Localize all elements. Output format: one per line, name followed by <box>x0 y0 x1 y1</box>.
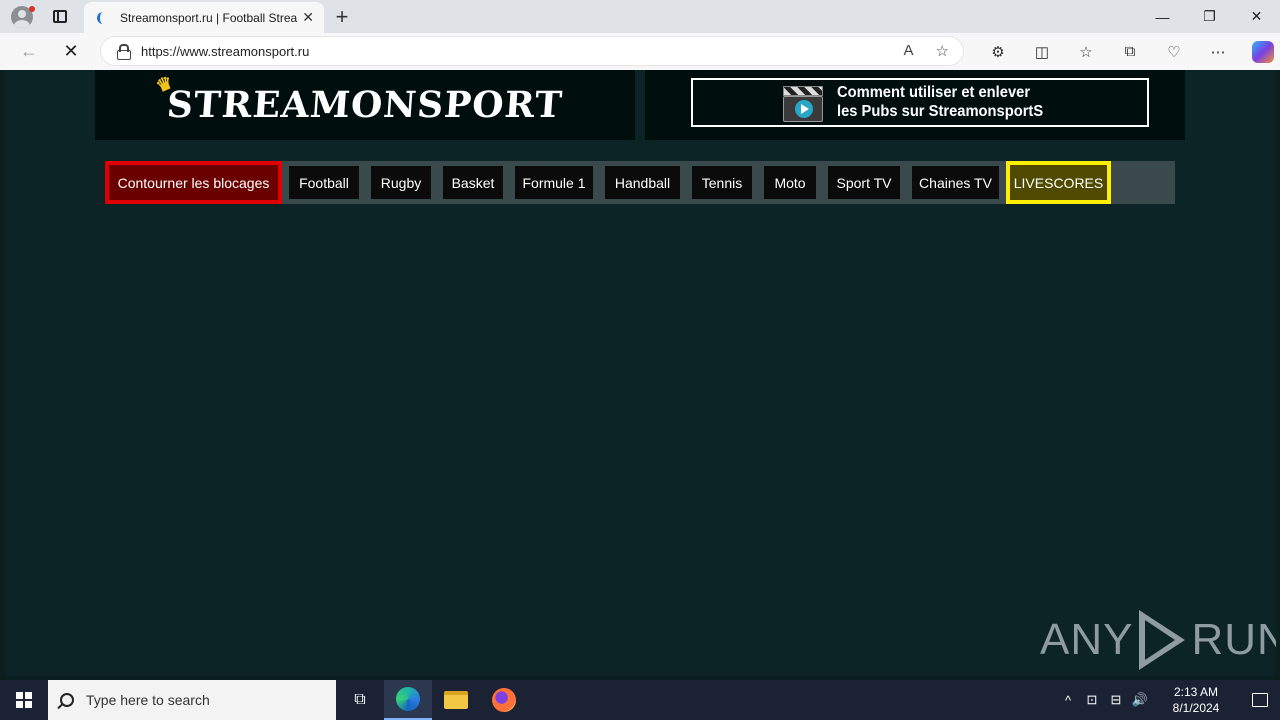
browser-essentials-icon[interactable]: ♡ <box>1152 43 1196 61</box>
menu-football[interactable]: Football <box>289 166 359 199</box>
taskbar-clock[interactable]: 2:13 AM 8/1/2024 <box>1160 684 1232 716</box>
ad-removal-promo-banner[interactable]: Comment utiliser et enlever les Pubs sur… <box>691 78 1149 127</box>
site-logo[interactable]: ♛ STREAMONSPORT <box>153 71 565 126</box>
new-tab-button[interactable]: + <box>332 4 352 30</box>
browser-extensions-toolbar: ⚙ ◫ ☆ ⧉ ♡ ⋯ <box>976 33 1274 70</box>
windows-logo-icon <box>16 692 32 708</box>
window-controls: — ❐ ✕ <box>1139 0 1280 33</box>
site-logo-banner[interactable]: ♛ STREAMONSPORT <box>95 70 635 140</box>
restore-button[interactable]: ❐ <box>1186 0 1233 33</box>
copilot-icon[interactable] <box>1252 40 1274 63</box>
clock-time: 2:13 AM <box>1173 685 1219 699</box>
meet-now-icon[interactable]: ⊡ <box>1080 692 1104 708</box>
network-icon[interactable]: ⊟ <box>1104 692 1128 708</box>
start-button[interactable] <box>0 680 48 720</box>
folder-icon <box>444 691 468 709</box>
lock-icon[interactable] <box>117 44 131 60</box>
loading-favicon-icon <box>94 11 108 25</box>
taskbar-firefox[interactable] <box>480 680 528 720</box>
back-button[interactable]: ← <box>14 37 44 67</box>
promo-line-2: les Pubs sur StreamonsportS <box>837 103 1044 120</box>
web-page: ♛ STREAMONSPORT Comment utiliser et enle… <box>4 70 1276 676</box>
system-tray: ^ ⊡ ⊟ 🔊 2:13 AM 8/1/2024 <box>1056 680 1280 720</box>
read-aloud-icon[interactable]: A <box>904 42 914 60</box>
menu-livescores[interactable]: LIVESCORES <box>1006 161 1111 204</box>
settings-more-icon[interactable]: ⋯ <box>1196 43 1240 61</box>
menu-contourner-blocages[interactable]: Contourner les blocages <box>105 161 282 204</box>
browser-tab-active[interactable]: Streamonsport.ru | Football Strea ✕ <box>84 2 324 33</box>
sport-nav-menu: Contourner les blocages Football Rugby B… <box>105 161 1175 204</box>
windows-taskbar: Type here to search ⧉ ^ ⊡ ⊟ 🔊 2:13 AM 8/… <box>0 680 1280 720</box>
volume-icon[interactable]: 🔊 <box>1128 692 1152 708</box>
taskbar-edge[interactable] <box>384 680 432 720</box>
task-view-icon[interactable]: ⧉ <box>336 680 384 720</box>
menu-formule-1[interactable]: Formule 1 <box>515 166 593 199</box>
firefox-icon <box>492 688 516 712</box>
watermark-left-text: ANY <box>1040 615 1134 664</box>
promo-banner-container: Comment utiliser et enlever les Pubs sur… <box>645 70 1185 140</box>
tab-title: Streamonsport.ru | Football Strea <box>120 10 298 25</box>
menu-handball[interactable]: Handball <box>605 166 680 199</box>
search-placeholder: Type here to search <box>86 692 210 708</box>
clock-date: 8/1/2024 <box>1172 701 1220 715</box>
menu-moto[interactable]: Moto <box>764 166 816 199</box>
tab-actions-icon[interactable] <box>44 0 76 33</box>
favorites-icon[interactable]: ☆ <box>1064 43 1108 61</box>
extensions-icon[interactable]: ⚙ <box>976 43 1020 61</box>
menu-rugby[interactable]: Rugby <box>371 166 431 199</box>
menu-chaines-tv[interactable]: Chaines TV <box>912 166 999 199</box>
show-hidden-icons-icon[interactable]: ^ <box>1056 693 1080 708</box>
menu-tennis[interactable]: Tennis <box>692 166 752 199</box>
favorite-star-icon[interactable]: ☆ <box>936 42 949 60</box>
search-icon <box>60 693 74 707</box>
minimize-button[interactable]: — <box>1139 0 1186 33</box>
browser-toolbar: ← ✕ https://www.streamonsport.ru A ☆ ⚙ ◫… <box>0 33 1280 70</box>
edge-icon <box>396 687 420 711</box>
play-triangle-icon <box>1139 610 1186 670</box>
browser-tab-bar: Streamonsport.ru | Football Strea ✕ + — … <box>0 0 1280 33</box>
profile-avatar-icon[interactable] <box>0 0 44 33</box>
menu-basket[interactable]: Basket <box>443 166 503 199</box>
taskbar-search-box[interactable]: Type here to search <box>48 680 336 720</box>
close-window-button[interactable]: ✕ <box>1233 0 1280 33</box>
url-text[interactable]: https://www.streamonsport.ru <box>141 44 309 59</box>
anyrun-watermark: ANY RUN <box>1040 610 1276 670</box>
split-screen-icon[interactable]: ◫ <box>1020 43 1064 61</box>
site-logo-text: STREAMONSPORT <box>165 84 565 126</box>
stop-loading-button[interactable]: ✕ <box>56 37 86 67</box>
menu-sport-tv[interactable]: Sport TV <box>828 166 900 199</box>
watermark-right-text: RUN <box>1191 615 1276 664</box>
collections-icon[interactable]: ⧉ <box>1108 43 1152 60</box>
address-bar[interactable]: https://www.streamonsport.ru A ☆ <box>100 36 964 66</box>
taskbar-file-explorer[interactable] <box>432 680 480 720</box>
promo-line-1: Comment utiliser et enlever <box>837 84 1031 101</box>
notification-center-icon[interactable] <box>1240 680 1280 720</box>
clapperboard-icon <box>783 86 823 122</box>
tab-close-icon[interactable]: ✕ <box>302 9 314 26</box>
